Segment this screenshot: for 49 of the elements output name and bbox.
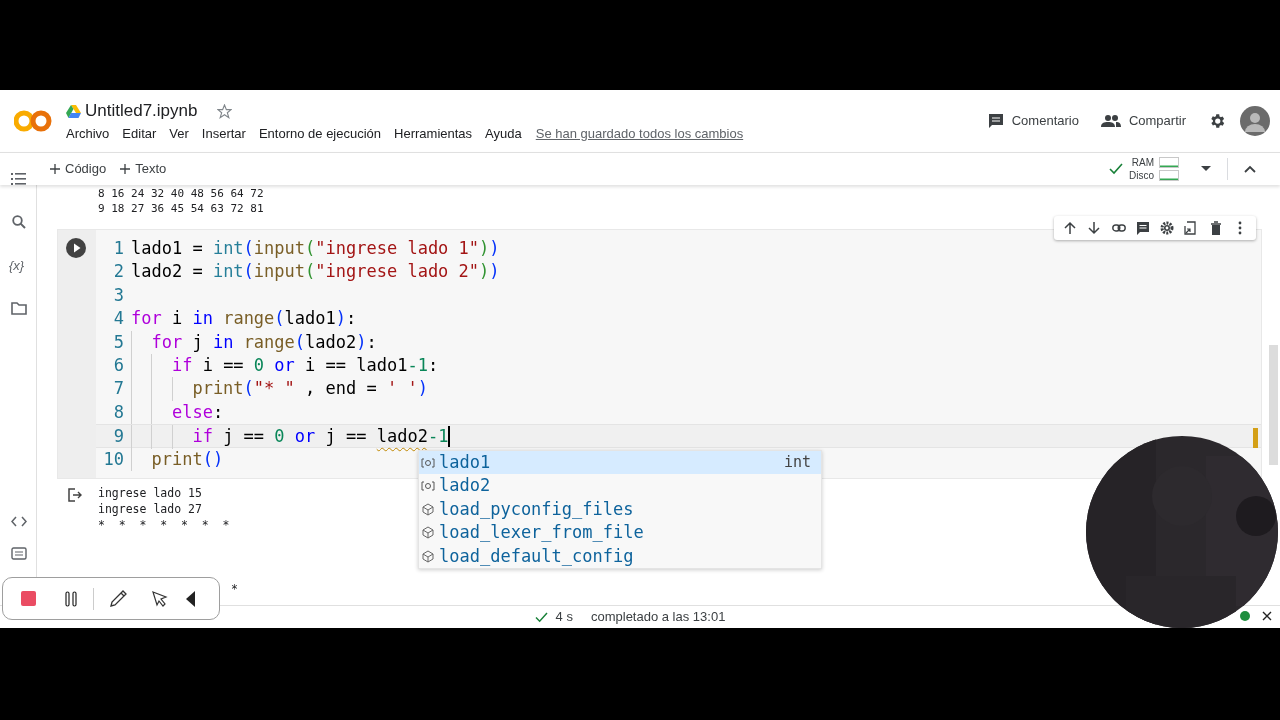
line-number: 5 — [112, 330, 124, 354]
line-number: 10 — [102, 447, 124, 471]
suggestion-item[interactable]: load_pyconfig_files — [419, 497, 821, 522]
meter-label: Disco — [1129, 169, 1154, 182]
code-line: print("* " , end = ' ') — [131, 377, 428, 401]
suggestion-item[interactable]: load_lexer_from_file — [419, 521, 821, 545]
menu-item[interactable]: Ver — [169, 124, 189, 144]
code-line: if j == 0 or j == lado2-1 — [131, 425, 449, 447]
line-number: 7 — [112, 377, 124, 401]
variables-icon[interactable]: {x} — [9, 256, 25, 276]
execution-time: 4 s — [555, 608, 573, 627]
resource-indicator[interactable]: RAM Disco — [1129, 156, 1179, 182]
line-number: 6 — [112, 353, 124, 377]
code-line: print() — [131, 447, 224, 471]
menu-item[interactable]: Entorno de ejecución — [258, 124, 382, 144]
type-hint: int — [783, 452, 811, 474]
notebook-title[interactable]: Untitled7.ipynb — [85, 98, 198, 124]
output-line: ingrese lado 15 — [98, 484, 203, 501]
output-line: ingrese lado 27 — [98, 500, 203, 517]
menu-item[interactable]: Editar — [122, 124, 157, 144]
share-button[interactable]: Compartir — [1100, 111, 1186, 131]
code-line: for j in range(lado2): — [131, 330, 377, 354]
save-status-link[interactable]: Se han guardado todos los cambios — [535, 124, 744, 144]
add-cell-button[interactable]: Código — [50, 159, 107, 179]
line-number: 8 — [112, 400, 124, 424]
output-line: * — [231, 580, 238, 597]
menu-item[interactable]: Ayuda — [485, 124, 522, 144]
suggestion-item[interactable]: load_default_config — [419, 544, 821, 568]
meter-label: RAM — [1131, 156, 1154, 169]
code-line: if i == 0 or i == lado1-1: — [131, 353, 439, 378]
output-line: 8 16 24 32 40 48 56 64 72 — [98, 186, 265, 201]
menu-item[interactable]: Insertar — [201, 124, 246, 144]
suggestion-item[interactable]: lado1 int — [419, 451, 821, 475]
menu-item[interactable]: Herramientas — [394, 124, 473, 144]
suggestion-item[interactable]: lado2 — [419, 474, 821, 498]
output-line: * * * * * * * — [98, 516, 231, 533]
menu-item[interactable]: Archivo — [66, 124, 110, 144]
execution-status: completado a las 13:01 — [590, 608, 726, 627]
line-number: 1 — [112, 237, 124, 260]
code-line: lado1 = int(input("ingrese lado 1")) — [131, 237, 500, 260]
line-number: 9 — [112, 425, 124, 447]
code-line: for i in range(lado1): — [131, 307, 357, 331]
line-number: 2 — [112, 260, 124, 284]
code-line: lado2 = int(input("ingrese lado 2")) — [131, 260, 500, 284]
output-line: 9 18 27 36 45 54 63 72 81 — [98, 201, 265, 216]
line-number: 3 — [112, 283, 124, 307]
line-number: 4 — [112, 307, 124, 331]
add-cell-button[interactable]: Texto — [120, 159, 167, 179]
comment-button[interactable]: Comentario — [987, 111, 1079, 131]
